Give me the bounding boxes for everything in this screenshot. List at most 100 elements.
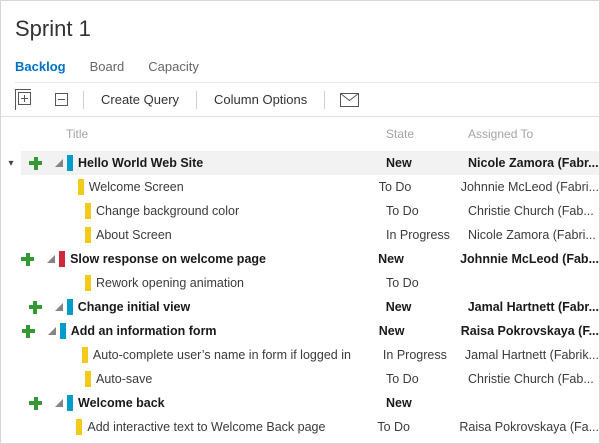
expand-toggle[interactable] (51, 159, 67, 167)
work-item-type-bar (78, 179, 84, 195)
state-cell: New (386, 396, 468, 410)
row-main: Add interactive text to Welcome Back pag… (12, 415, 599, 439)
expand-toggle[interactable] (51, 303, 67, 311)
table-row[interactable]: Auto-saveTo DoChristie Church (Fab... (1, 367, 599, 391)
assigned-to-cell: Raisa Pokrovskaya (Fa... (459, 420, 599, 434)
expand-toggle[interactable] (51, 399, 67, 407)
row-main: Auto-saveTo DoChristie Church (Fab... (21, 367, 599, 391)
collapse-all-button[interactable] (55, 93, 68, 106)
assigned-to-cell: Nicole Zamora (Fabr... (468, 156, 599, 170)
table-row[interactable]: Change initial viewNewJamal Hartnett (Fa… (1, 295, 599, 319)
title-cell: Change background color (96, 204, 239, 218)
work-item-type-bar (85, 371, 91, 387)
tab-capacity[interactable]: Capacity (148, 59, 199, 74)
expand-all-button[interactable] (15, 89, 31, 110)
row-context-caret-icon (1, 319, 14, 343)
row-context-caret-icon (1, 271, 21, 295)
view-tabs: Backlog Board Capacity (15, 59, 600, 83)
add-plus-icon (21, 253, 34, 266)
row-main: Auto-complete user’s name in form if log… (18, 343, 599, 367)
row-main: Add an information formNewRaisa Pokrovsk… (14, 319, 599, 343)
title-cell: Add an information form (71, 324, 217, 338)
add-item-button[interactable] (21, 157, 51, 170)
title-cell-wrap: Slow response on welcome page (13, 251, 378, 267)
add-plus-icon (22, 325, 35, 338)
table-row[interactable]: Add an information formNewRaisa Pokrovsk… (1, 319, 599, 343)
sprint-backlog-window: Sprint 1 BacklogBoardCapacity Create Que… (0, 0, 600, 444)
table-row[interactable]: Auto-complete user’s name in form if log… (1, 343, 599, 367)
title-cell: Auto-complete user’s name in form if log… (93, 348, 351, 362)
work-item-type-bar (60, 323, 66, 339)
column-options-button[interactable]: Column Options (212, 92, 309, 107)
row-context-caret-icon (1, 223, 21, 247)
title-cell: Hello World Web Site (78, 156, 203, 170)
title-cell-wrap: Change background color (21, 203, 386, 219)
row-context-caret-icon (1, 295, 21, 319)
add-item-button[interactable] (14, 325, 44, 338)
grid-header: Title State Assigned To (1, 117, 599, 151)
expanded-triangle-icon (55, 399, 63, 407)
column-header-assigned-to[interactable]: Assigned To (468, 127, 599, 141)
row-context-caret-icon (1, 175, 14, 199)
title-cell-wrap: Auto-save (21, 371, 386, 387)
row-main: Slow response on welcome pageNewJohnnie … (13, 247, 599, 271)
title-cell-wrap: Add interactive text to Welcome Back pag… (12, 419, 377, 435)
title-cell: Slow response on welcome page (70, 252, 266, 266)
row-main: Rework opening animationTo Do (21, 271, 599, 295)
table-row[interactable]: Rework opening animationTo Do (1, 271, 599, 295)
row-main: Change background colorTo DoChristie Chu… (21, 199, 599, 223)
email-button[interactable] (340, 93, 359, 107)
row-context-caret-icon (1, 247, 13, 271)
toolbar-separator (324, 91, 325, 109)
title-cell: Rework opening animation (96, 276, 244, 290)
tab-backlog[interactable]: Backlog (15, 59, 66, 74)
title-cell-wrap: About Screen (21, 227, 386, 243)
table-row[interactable]: Change background colorTo DoChristie Chu… (1, 199, 599, 223)
work-item-type-bar (67, 299, 73, 315)
work-item-type-bar (59, 251, 65, 267)
create-query-button[interactable]: Create Query (99, 92, 181, 107)
work-item-type-bar (85, 203, 91, 219)
expanded-triangle-icon (47, 255, 55, 263)
assigned-to-cell: Johnnie McLeod (Fab... (460, 252, 599, 266)
work-item-type-bar (67, 395, 73, 411)
table-row[interactable]: Add interactive text to Welcome Back pag… (1, 415, 599, 439)
table-row[interactable]: ▾ Hello World Web Site NewNicole Zamora (F… (1, 151, 599, 175)
add-item-button[interactable] (13, 253, 43, 266)
tab-board[interactable]: Board (90, 59, 125, 74)
add-item-button[interactable] (21, 397, 51, 410)
envelope-icon (340, 93, 359, 107)
expand-toggle[interactable] (43, 255, 59, 263)
column-header-title[interactable]: Title (1, 127, 386, 141)
row-context-caret-icon (1, 343, 18, 367)
assigned-to-cell: Raisa Pokrovskaya (F... (461, 324, 599, 338)
assigned-to-cell: Johnnie McLeod (Fabri... (461, 180, 599, 194)
state-cell: To Do (377, 420, 459, 434)
add-item-button[interactable] (21, 301, 51, 314)
table-row[interactable]: Slow response on welcome pageNewJohnnie … (1, 247, 599, 271)
row-main: Welcome ScreenTo DoJohnnie McLeod (Fabri… (14, 175, 599, 199)
add-plus-icon (29, 301, 42, 314)
column-header-state[interactable]: State (386, 127, 468, 141)
table-row[interactable]: About ScreenIn ProgressNicole Zamora (Fa… (1, 223, 599, 247)
row-main: Change initial viewNewJamal Hartnett (Fa… (21, 295, 599, 319)
row-main: Welcome back New (21, 391, 599, 415)
expand-toggle[interactable] (44, 327, 60, 335)
table-row[interactable]: Welcome back New (1, 391, 599, 415)
row-main: Hello World Web Site NewNicole Zamora (Fa… (21, 151, 599, 175)
title-cell: Welcome back (78, 396, 165, 410)
state-cell: New (386, 156, 468, 170)
row-context-caret-icon (1, 199, 21, 223)
assigned-to-cell: Christie Church (Fab... (468, 204, 599, 218)
state-cell: New (386, 300, 468, 314)
expanded-triangle-icon (55, 159, 63, 167)
add-plus-icon (29, 157, 42, 170)
assigned-to-cell: Nicole Zamora (Fabri... (468, 228, 599, 242)
state-cell: In Progress (386, 228, 468, 242)
collapse-all-icon (55, 93, 68, 106)
table-row[interactable]: Welcome ScreenTo DoJohnnie McLeod (Fabri… (1, 175, 599, 199)
title-cell-wrap: Welcome Screen (14, 179, 379, 195)
work-item-type-bar (85, 275, 91, 291)
row-context-caret-icon[interactable]: ▾ (1, 151, 21, 175)
backlog-grid: ▾Hello World Web SiteNewNicole Zamora (F… (1, 151, 599, 439)
